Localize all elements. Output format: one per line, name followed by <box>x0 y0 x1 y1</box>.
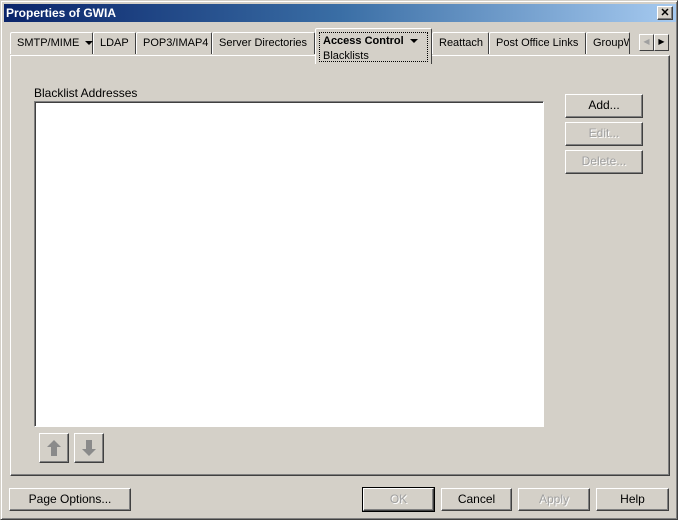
tab-access-control[interactable]: Access Control Blacklists <box>315 28 432 64</box>
blacklist-addresses-label: Blacklist Addresses <box>34 86 138 100</box>
tab-server-directories[interactable]: Server Directories <box>212 32 315 54</box>
tab-scroll-left-button[interactable]: ◀ <box>639 34 654 51</box>
tab-ldap[interactable]: LDAP <box>93 32 136 54</box>
delete-button[interactable]: Delete... <box>565 150 643 174</box>
close-icon: ✕ <box>660 7 670 19</box>
move-up-button[interactable] <box>39 433 69 463</box>
tab-groupwise[interactable]: GroupW <box>586 32 630 54</box>
tab-post-office-links[interactable]: Post Office Links <box>489 32 586 54</box>
close-button[interactable]: ✕ <box>657 6 673 20</box>
tab-scroll-right-button[interactable]: ▶ <box>654 34 669 51</box>
chevron-left-icon: ◀ <box>643 37 650 46</box>
apply-button[interactable]: Apply <box>518 488 590 511</box>
tab-scroll: ◀ ▶ <box>639 34 669 51</box>
arrow-down-icon <box>82 440 96 456</box>
ok-button[interactable]: OK <box>362 487 435 512</box>
edit-button[interactable]: Edit... <box>565 122 643 146</box>
window-title: Properties of GWIA <box>6 6 117 20</box>
help-button[interactable]: Help <box>596 488 669 511</box>
chevron-right-icon: ▶ <box>658 37 665 46</box>
tab-strip: SMTP/MIME LDAP POP3/IMAP4 Server Directo… <box>10 28 670 64</box>
add-button[interactable]: Add... <box>565 94 643 118</box>
title-bar: Properties of GWIA ✕ <box>4 4 676 22</box>
tab-reattach[interactable]: Reattach <box>432 32 489 54</box>
page-options-button[interactable]: Page Options... <box>9 488 131 511</box>
move-down-button[interactable] <box>74 433 104 463</box>
subpage-label[interactable]: Blacklists <box>323 49 424 64</box>
arrow-up-icon <box>47 440 61 456</box>
cancel-button[interactable]: Cancel <box>441 488 512 511</box>
tab-pop3-imap4[interactable]: POP3/IMAP4 <box>136 32 212 54</box>
blacklist-addresses-list[interactable] <box>34 101 544 427</box>
tab-smtp-mime[interactable]: SMTP/MIME <box>10 32 94 54</box>
dropdown-arrow-icon[interactable] <box>409 39 418 44</box>
